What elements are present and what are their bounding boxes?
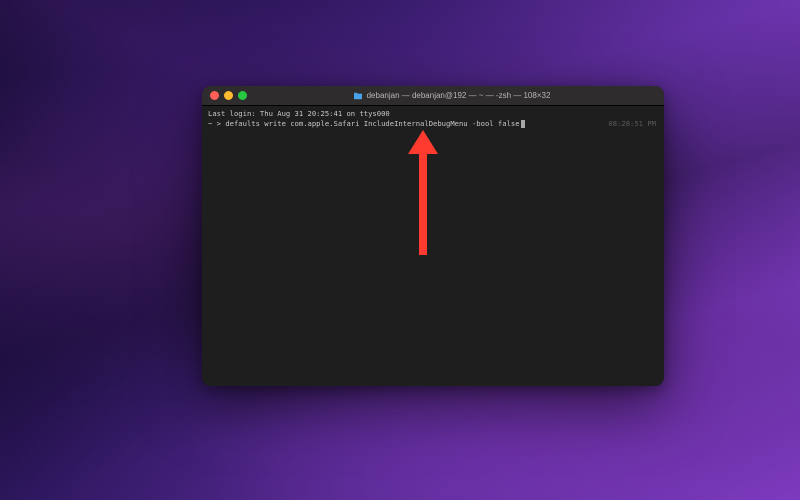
typed-command: defaults write com.apple.Safari IncludeI… [225,119,519,128]
window-title-bar[interactable]: debanjan — debanjan@192 — ~ — -zsh — 108… [202,86,664,106]
prompt-line: ~ > defaults write com.apple.Safari Incl… [208,119,658,129]
window-title-container: debanjan — debanjan@192 — ~ — -zsh — 108… [247,91,656,100]
command-input[interactable]: ~ > defaults write com.apple.Safari Incl… [208,119,525,129]
maximize-button[interactable] [238,91,247,100]
minimize-button[interactable] [224,91,233,100]
terminal-content[interactable]: Last login: Thu Aug 31 20:25:41 on ttys0… [202,106,664,386]
close-button[interactable] [210,91,219,100]
last-login-text: Last login: Thu Aug 31 20:25:41 on ttys0… [208,109,658,119]
terminal-window[interactable]: debanjan — debanjan@192 — ~ — -zsh — 108… [202,86,664,386]
text-cursor [521,120,525,128]
window-controls [210,91,247,100]
prompt-prefix: ~ > [208,119,225,128]
folder-icon [353,92,363,100]
window-title-text: debanjan — debanjan@192 — ~ — -zsh — 108… [367,91,551,100]
timestamp-text: 08:28:51 PM [608,119,656,129]
